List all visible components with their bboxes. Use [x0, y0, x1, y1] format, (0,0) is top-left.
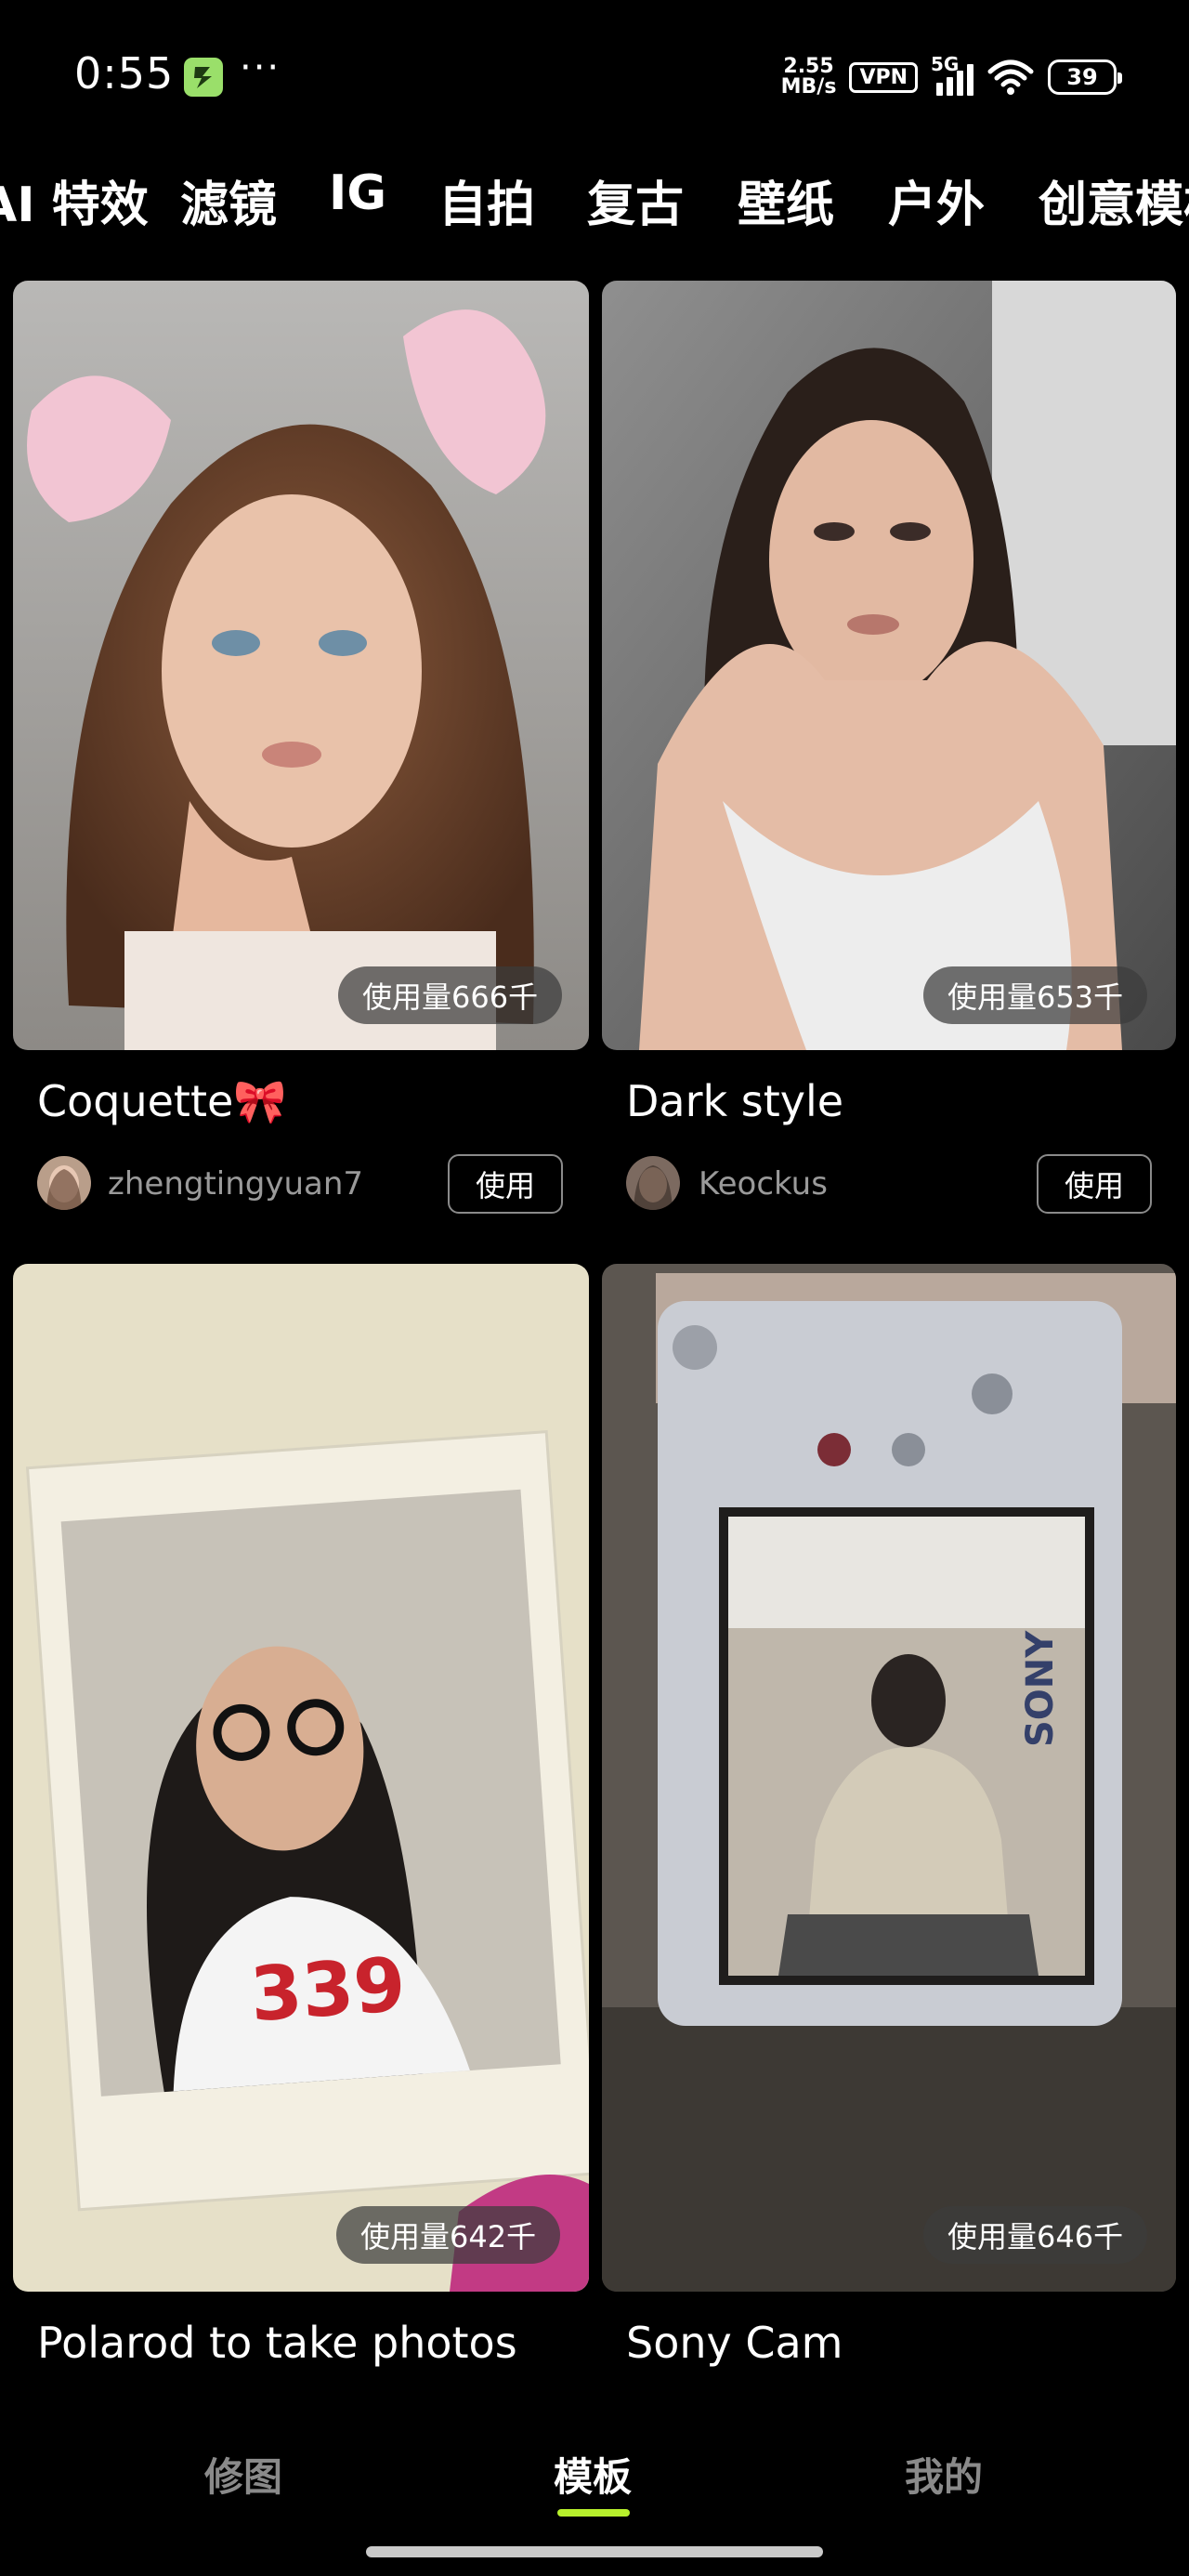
- template-card-image[interactable]: SONY .: [602, 1264, 1176, 2292]
- vpn-badge: VPN: [849, 61, 918, 93]
- template-photo: [602, 281, 1176, 1050]
- status-bar: 0:55 ··· 2.55 MB/s VPN 5G 39: [0, 0, 1189, 158]
- home-indicator[interactable]: [366, 2546, 823, 2557]
- more-notifications-icon: ···: [240, 46, 281, 89]
- tab-ig[interactable]: IG: [329, 165, 386, 221]
- usage-count-badge: 使用量653千: [923, 966, 1148, 1024]
- template-photo: [13, 281, 589, 1050]
- use-template-button[interactable]: 使用: [1037, 1154, 1152, 1214]
- network-speed-value: 2.55: [783, 55, 834, 78]
- svg-text:SONY: SONY: [1019, 1630, 1062, 1747]
- author-avatar[interactable]: [37, 1156, 91, 1210]
- author-name[interactable]: Keockus: [699, 1165, 828, 1203]
- status-indicators: 2.55 MB/s VPN 5G 39: [781, 53, 1122, 100]
- template-title: Sony Cam: [626, 2318, 843, 2368]
- tab-outdoor[interactable]: 户外: [888, 165, 985, 235]
- template-title: Coquette🎀: [37, 1076, 287, 1126]
- nav-templates[interactable]: 模板: [554, 2446, 632, 2503]
- signal-icon: 5G: [931, 53, 973, 96]
- network-speed: 2.55 MB/s: [781, 57, 837, 98]
- tab-filters[interactable]: 滤镜: [180, 165, 277, 235]
- app-screen: 0:55 ··· 2.55 MB/s VPN 5G 39 I 特效 滤镜 IG …: [0, 0, 1189, 2576]
- active-tab-indicator: [557, 2509, 630, 2517]
- tab-retro[interactable]: 复古: [587, 165, 684, 235]
- tab-ai-effects[interactable]: AI 特效: [0, 165, 149, 235]
- usage-count-badge: 使用量642千: [336, 2206, 561, 2264]
- usage-count-badge: 使用量666千: [338, 966, 563, 1024]
- wifi-icon: [987, 59, 1034, 95]
- template-card-image[interactable]: [13, 281, 589, 1050]
- tab-selfie[interactable]: 自拍: [438, 165, 535, 235]
- template-title: Polarod to take photos: [37, 2318, 517, 2368]
- bottom-navigation: 修图 模板 我的: [0, 2398, 1189, 2576]
- category-tabs: AI 特效 滤镜 IG 自拍 复古 壁纸 户外 创意模板: [0, 156, 1189, 240]
- status-time: 0:55: [74, 48, 175, 99]
- template-photo: 339: [13, 1264, 589, 2292]
- tab-creative-templates[interactable]: 创意模板: [1039, 165, 1189, 235]
- nav-me[interactable]: 我的: [905, 2446, 983, 2503]
- tab-wallpaper[interactable]: 壁纸: [738, 165, 834, 235]
- network-type: 5G: [931, 53, 960, 75]
- svg-text:339: 339: [247, 1941, 408, 2038]
- author-avatar[interactable]: [626, 1156, 680, 1210]
- nav-edit[interactable]: 修图: [204, 2446, 282, 2503]
- template-card-image[interactable]: [602, 281, 1176, 1050]
- template-card-image[interactable]: 339: [13, 1264, 589, 2292]
- author-name[interactable]: zhengtingyuan7: [108, 1165, 363, 1203]
- template-photo: SONY .: [602, 1264, 1176, 2292]
- network-speed-unit: MB/s: [780, 75, 837, 99]
- battery-icon: 39: [1048, 59, 1122, 95]
- usage-count-badge: 使用量646千: [923, 2206, 1148, 2264]
- use-template-button[interactable]: 使用: [448, 1154, 563, 1214]
- notification-app-icon: [184, 58, 223, 97]
- template-title: Dark style: [626, 1076, 844, 1126]
